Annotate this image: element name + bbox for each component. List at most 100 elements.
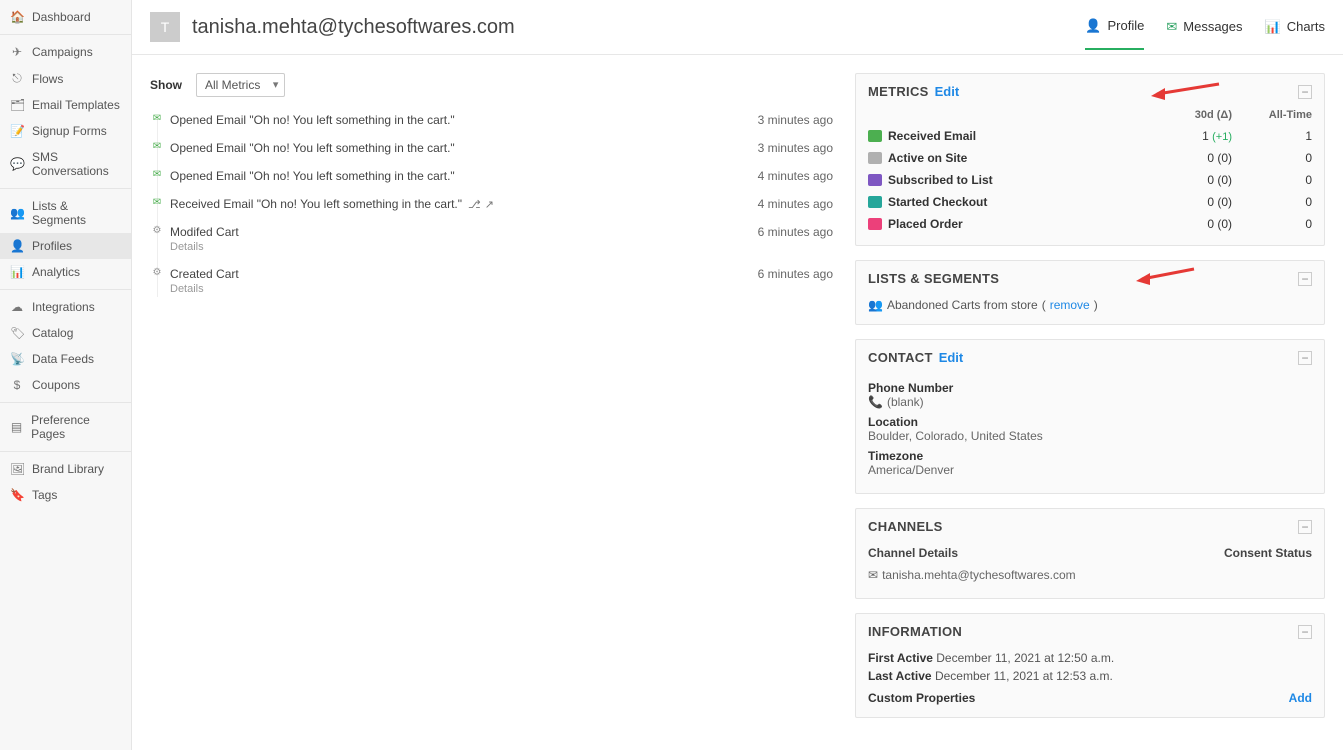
add-property-link[interactable]: Add: [1289, 691, 1312, 705]
contact-panel: CONTACT Edit − Phone Number 📞(blank) Loc…: [855, 339, 1325, 494]
metric-badge-icon: [868, 130, 882, 142]
sidebar: 🏠Dashboard ✈Campaigns ⎋Flows 🗂Email Temp…: [0, 0, 132, 750]
signup-icon: 📝: [10, 124, 24, 138]
metrics-filter-select[interactable]: All Metrics: [196, 73, 285, 97]
nav-integrations[interactable]: ☁Integrations: [0, 294, 131, 320]
information-panel: INFORMATION − First Active December 11, …: [855, 613, 1325, 718]
tab-profile[interactable]: 👤Profile: [1085, 18, 1144, 50]
contact-edit-link[interactable]: Edit: [939, 350, 964, 365]
mail-icon: ✉: [868, 568, 878, 582]
tab-charts[interactable]: 📊Charts: [1265, 18, 1325, 50]
flows-icon: ⎋: [10, 71, 24, 86]
branch-icon: ⎇: [468, 198, 481, 211]
metric-badge-icon: [868, 196, 882, 208]
event-details[interactable]: Details: [170, 283, 833, 295]
nav-catalog[interactable]: 🏷Catalog: [0, 320, 131, 346]
dollar-icon: $: [10, 378, 24, 392]
profile-header: T tanisha.mehta@tychesoftwares.com 👤Prof…: [132, 0, 1343, 55]
paren-open: (: [1042, 298, 1046, 312]
metric-badge-icon: [868, 174, 882, 186]
activity-event[interactable]: ✉Opened Email "Oh no! You left something…: [170, 165, 833, 193]
metric-name: Subscribed to List: [888, 173, 993, 187]
activity-event[interactable]: ✉Opened Email "Oh no! You left something…: [170, 137, 833, 165]
nav-label: Campaigns: [32, 45, 93, 59]
profile-icon: 👤: [10, 239, 24, 253]
activity-event[interactable]: ⚙Modifed Cart6 minutes agoDetails: [170, 221, 833, 263]
event-details[interactable]: Details: [170, 241, 833, 253]
event-time: 4 minutes ago: [758, 169, 833, 183]
timezone-label: Timezone: [868, 449, 1312, 463]
tags-icon: 🔖: [10, 488, 24, 502]
nav-label: Signup Forms: [32, 124, 107, 138]
channels-title: CHANNELS: [868, 519, 943, 534]
people-icon: 👥: [868, 298, 883, 312]
collapse-icon[interactable]: −: [1298, 520, 1312, 534]
nav-flows[interactable]: ⎋Flows: [0, 65, 131, 92]
avatar: T: [150, 12, 180, 42]
nav-label: Data Feeds: [32, 352, 94, 366]
nav-label: Integrations: [32, 300, 95, 314]
event-bullet-icon: ✉: [150, 195, 164, 209]
nav-data-feeds[interactable]: 📡 Data Feeds: [0, 346, 131, 372]
collapse-icon[interactable]: −: [1298, 272, 1312, 286]
nav-dashboard[interactable]: 🏠Dashboard: [0, 4, 131, 30]
nav-label: Analytics: [32, 265, 80, 279]
external-icon: ↗: [485, 198, 494, 211]
metric-30d: 0 (0): [1152, 195, 1232, 209]
collapse-icon[interactable]: −: [1298, 351, 1312, 365]
metrics-edit-link[interactable]: Edit: [935, 84, 960, 99]
metric-30d: 0 (0): [1152, 217, 1232, 231]
event-bullet-icon: ✉: [150, 139, 164, 153]
event-title: Opened Email "Oh no! You left something …: [170, 113, 455, 127]
event-bullet-icon: ✉: [150, 111, 164, 125]
metric-name: Received Email: [888, 129, 976, 143]
event-title: Opened Email "Oh no! You left something …: [170, 141, 455, 155]
collapse-icon[interactable]: −: [1298, 85, 1312, 99]
metric-30d: 0 (0): [1152, 173, 1232, 187]
feed-icon: 📡: [10, 352, 24, 366]
event-title: Modifed Cart: [170, 225, 239, 239]
contact-title: CONTACT: [868, 350, 933, 365]
lists-panel: LISTS & SEGMENTS − 👥 Abandoned Carts fro…: [855, 260, 1325, 325]
timezone-value: America/Denver: [868, 463, 954, 477]
event-bullet-icon: ✉: [150, 167, 164, 181]
nav-coupons[interactable]: $Coupons: [0, 372, 131, 398]
metric-alltime: 0: [1232, 173, 1312, 187]
activity-event[interactable]: ✉Received Email "Oh no! You left somethi…: [170, 193, 833, 221]
nav-tags[interactable]: 🔖 Tags: [0, 482, 131, 508]
home-icon: 🏠: [10, 10, 24, 24]
remove-link[interactable]: remove: [1050, 298, 1090, 312]
nav-label: Profiles: [32, 239, 72, 253]
activity-timeline: ✉ Opened Email "Oh no! You left something…: [150, 109, 833, 305]
metric-badge-icon: [868, 218, 882, 230]
tab-label: Profile: [1108, 18, 1145, 33]
nav-signup-forms[interactable]: 📝 Signup Forms: [0, 118, 131, 144]
event-time: 3 minutes ago: [758, 113, 833, 127]
metric-name: Active on Site: [888, 151, 967, 165]
lists-title: LISTS & SEGMENTS: [868, 271, 999, 286]
nav-brand-library[interactable]: 🖼Brand Library: [0, 456, 131, 482]
nav-sms[interactable]: 💬SMS Conversations: [0, 144, 131, 184]
nav-profiles[interactable]: 👤 Profiles: [0, 233, 131, 259]
tab-messages[interactable]: ✉Messages: [1166, 18, 1242, 50]
collapse-icon[interactable]: −: [1298, 625, 1312, 639]
phone-label: Phone Number: [868, 381, 1312, 395]
nav-analytics[interactable]: 📊Analytics: [0, 259, 131, 285]
nav-email-templates[interactable]: 🗂Email Templates: [0, 92, 131, 118]
activity-event[interactable]: ⚙Created Cart6 minutes agoDetails: [170, 263, 833, 305]
activity-event[interactable]: ✉Opened Email "Oh no! You left something…: [170, 109, 833, 137]
people-icon: 👥: [10, 206, 24, 220]
metric-name: Started Checkout: [888, 195, 987, 209]
nav-label: Tags: [32, 488, 57, 502]
nav-campaigns[interactable]: ✈Campaigns: [0, 39, 131, 65]
templates-icon: 🗂: [10, 98, 24, 112]
event-bullet-icon: ⚙: [150, 223, 164, 237]
metrics-title: METRICS: [868, 84, 929, 99]
list-item-name: Abandoned Carts from store: [887, 298, 1038, 312]
last-active-label: Last Active: [868, 669, 932, 683]
last-active-value: December 11, 2021 at 12:53 a.m.: [935, 669, 1113, 683]
nav-preference-pages[interactable]: ▤Preference Pages: [0, 407, 131, 447]
nav-lists-segments[interactable]: 👥Lists & Segments: [0, 193, 131, 233]
tab-label: Charts: [1287, 19, 1325, 34]
metric-30d: 0 (0): [1152, 151, 1232, 165]
